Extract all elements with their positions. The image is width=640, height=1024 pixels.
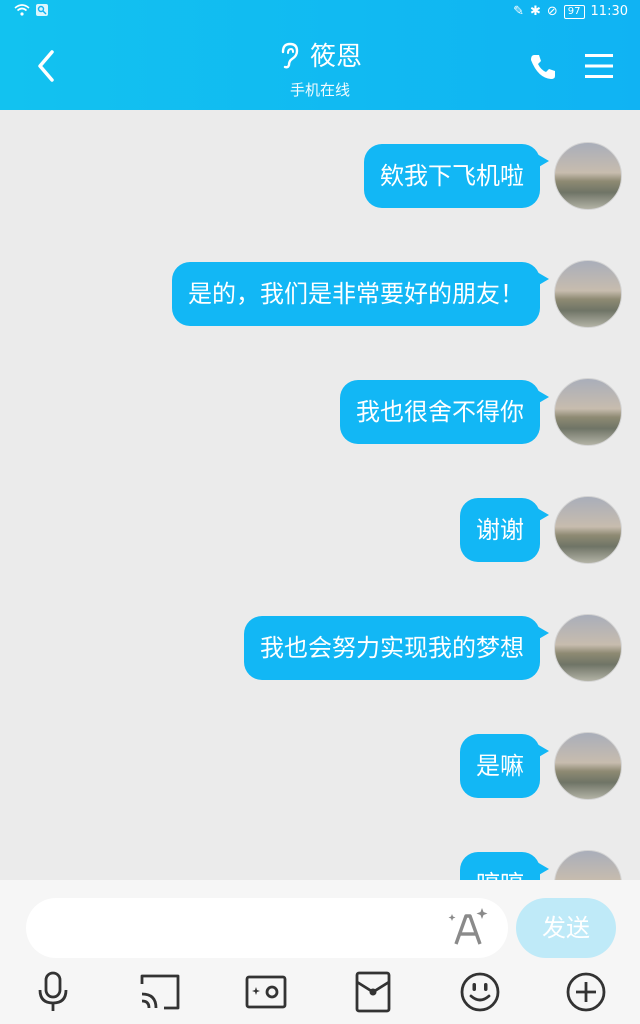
title-row: 筱恩	[200, 36, 440, 73]
message-row: 我也很舍不得你	[340, 378, 622, 446]
avatar[interactable]	[554, 142, 622, 210]
message-row: 哼哼	[460, 850, 622, 880]
search-status-icon	[36, 4, 48, 16]
status-right: ✎ ✱ ⊘ 97 11:30	[513, 4, 628, 19]
plus-icon[interactable]	[564, 970, 608, 1014]
message-input[interactable]	[26, 898, 508, 958]
input-panel: 发送	[0, 880, 640, 1024]
message-row: 我也会努力实现我的梦想	[244, 614, 622, 682]
message-bubble[interactable]: 是的，我们是非常要好的朋友！	[172, 262, 549, 326]
microphone-icon[interactable]	[31, 970, 75, 1014]
chat-header: ✎ ✱ ⊘ 97 11:30 筱恩 手机在线	[0, 0, 640, 110]
message-bubble[interactable]: 哼哼	[460, 852, 549, 880]
clock-time: 11:30	[590, 4, 628, 19]
photo-icon[interactable]	[244, 970, 288, 1014]
avatar[interactable]	[554, 378, 622, 446]
bluetooth-icon: ✱	[529, 4, 541, 19]
message-row: 是嘛	[460, 732, 622, 800]
message-bubble[interactable]: 是嘛	[460, 734, 549, 798]
avatar[interactable]	[554, 732, 622, 800]
message-row: 欸我下飞机啦	[364, 142, 622, 210]
back-icon[interactable]	[30, 46, 64, 86]
avatar[interactable]	[554, 260, 622, 328]
message-row: 是的，我们是非常要好的朋友！	[172, 260, 622, 328]
screen-cast-icon[interactable]	[138, 970, 182, 1014]
toolbar	[0, 966, 640, 1016]
send-button[interactable]: 发送	[516, 898, 616, 958]
avatar[interactable]	[554, 496, 622, 564]
online-status: 手机在线	[289, 81, 350, 99]
status-bar: ✎ ✱ ⊘ 97 11:30	[0, 0, 640, 26]
message-bubble[interactable]: 我也会努力实现我的梦想	[244, 616, 549, 680]
text-style-icon[interactable]	[446, 906, 490, 950]
contact-info: 筱恩 手机在线	[200, 36, 440, 100]
message-bubble[interactable]: 谢谢	[460, 498, 549, 562]
avatar[interactable]	[554, 850, 622, 880]
status-left	[14, 4, 48, 16]
avatar[interactable]	[554, 614, 622, 682]
message-row: 谢谢	[460, 496, 622, 564]
emoji-icon[interactable]	[458, 970, 502, 1014]
wifi-icon	[14, 4, 30, 16]
mute-icon: ⊘	[546, 4, 558, 19]
contact-name: 筱恩	[309, 42, 362, 72]
message-bubble[interactable]: 我也很舍不得你	[340, 380, 549, 444]
red-packet-icon[interactable]	[351, 970, 395, 1014]
message-list[interactable]: 欸我下飞机啦 是的，我们是非常要好的朋友！ 我也很舍不得你 谢谢 我也会努力实现…	[0, 110, 640, 880]
phone-icon[interactable]	[528, 52, 558, 82]
message-bubble[interactable]: 欸我下飞机啦	[364, 144, 549, 208]
battery-level: 97	[563, 4, 585, 19]
menu-icon[interactable]	[584, 52, 614, 80]
ear-icon	[281, 42, 299, 68]
edit-status-icon: ✎	[513, 4, 524, 19]
